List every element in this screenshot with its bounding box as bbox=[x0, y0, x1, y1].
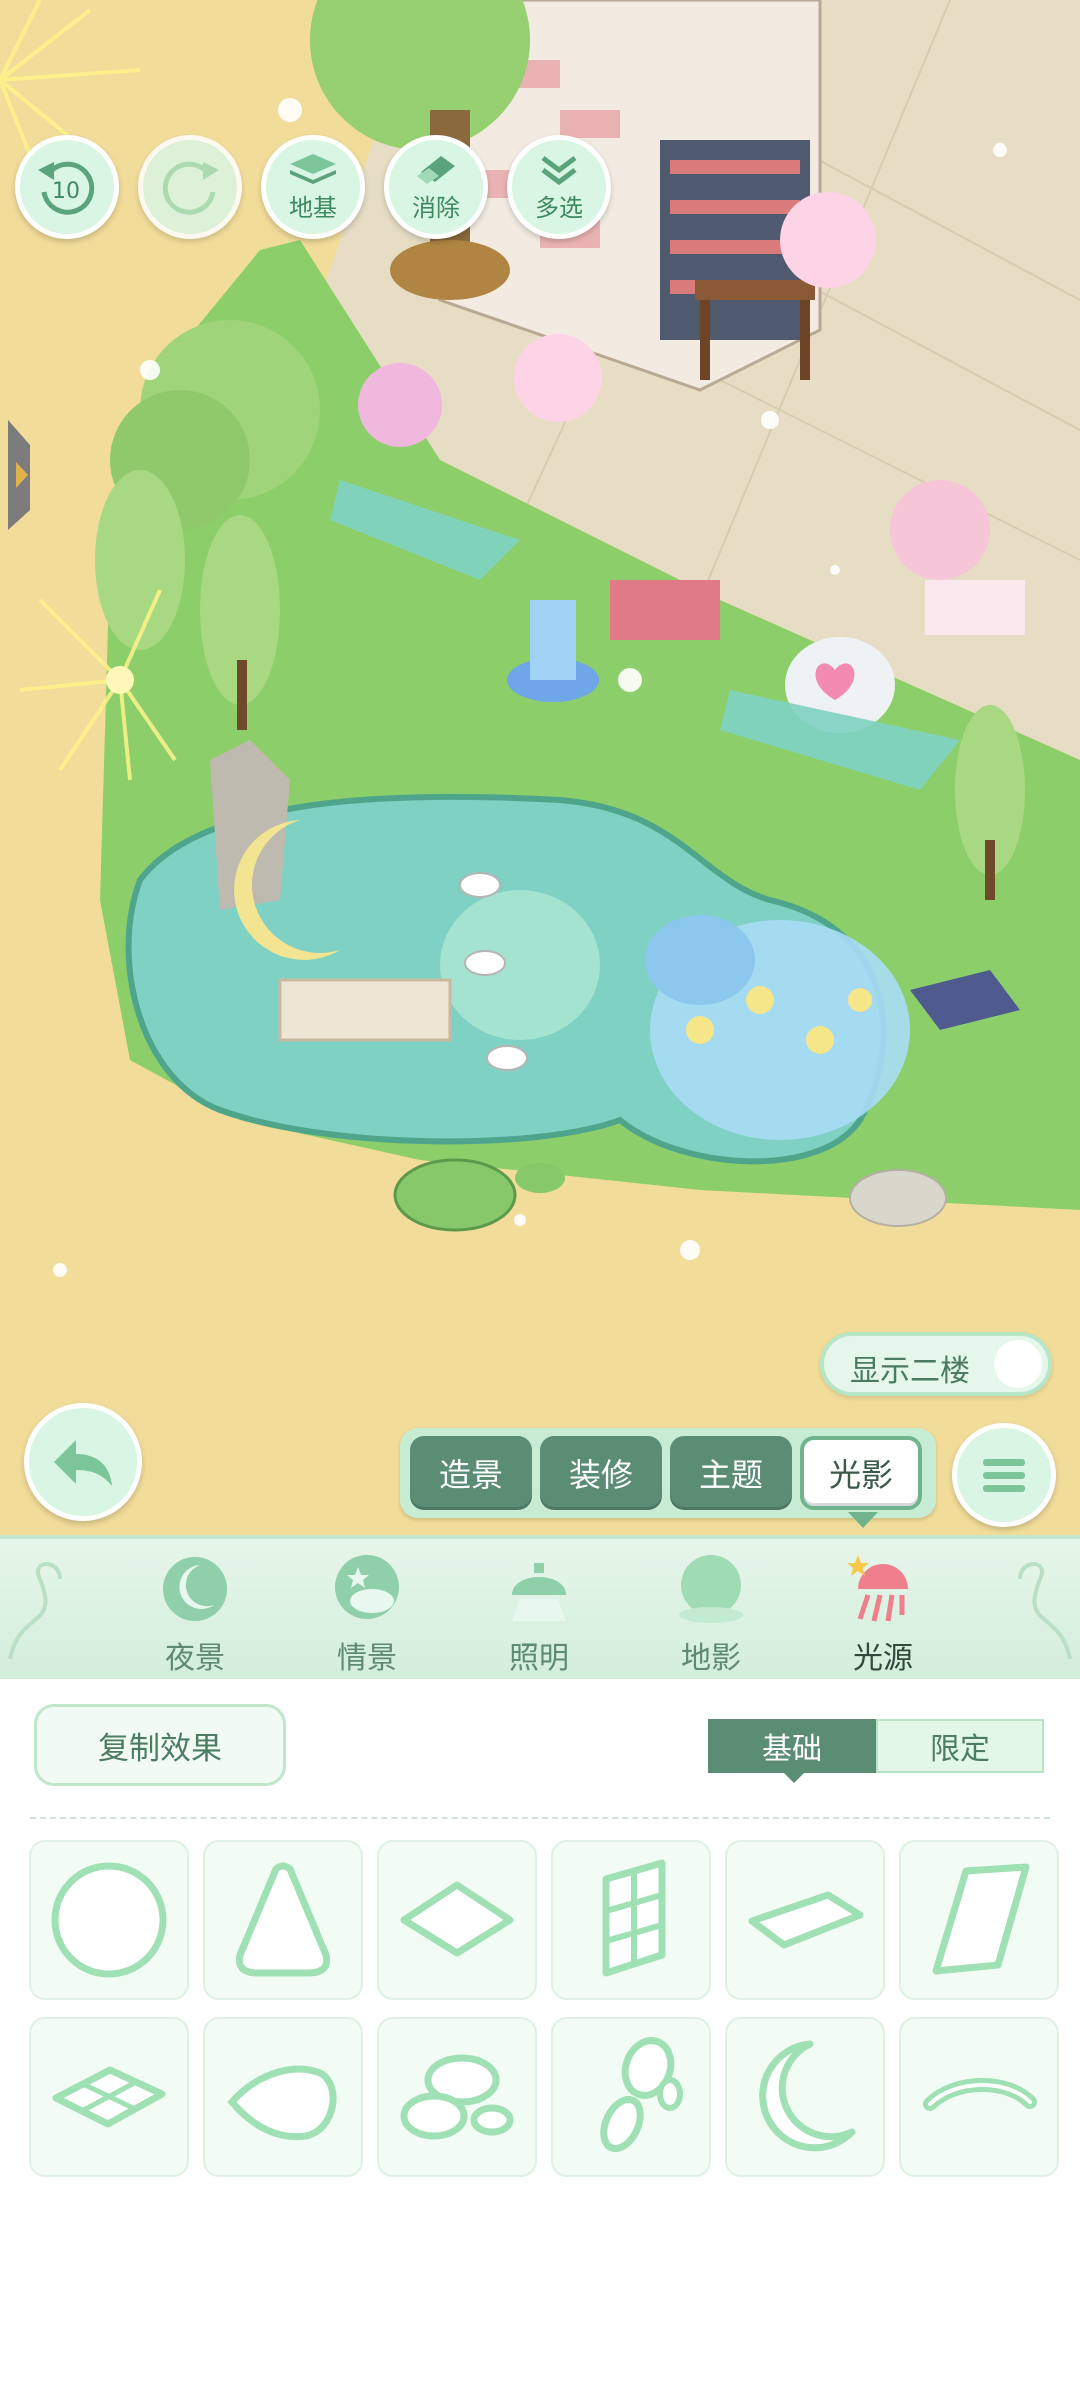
foundation-label: 地基 bbox=[289, 193, 337, 222]
light-shape-cone[interactable] bbox=[203, 1840, 363, 2000]
tab-landscape[interactable]: 造景 bbox=[410, 1436, 532, 1510]
foundation-icon bbox=[290, 153, 336, 184]
back-button[interactable] bbox=[24, 1403, 142, 1521]
category-label: 光源 bbox=[853, 1641, 913, 1676]
redo-button[interactable] bbox=[138, 135, 242, 239]
scene-cloud-icon bbox=[335, 1555, 399, 1619]
light-shape-circle[interactable] bbox=[29, 1840, 189, 2000]
foundation-button[interactable]: 地基 bbox=[261, 135, 365, 239]
undo-icon: 10 bbox=[38, 161, 95, 215]
grid-diamond-shape-icon bbox=[52, 2066, 166, 2128]
light-shape-leaf[interactable] bbox=[203, 2017, 363, 2177]
light-shape-trapezoid[interactable] bbox=[899, 1840, 1059, 2000]
tab-decoration[interactable]: 装修 bbox=[540, 1436, 662, 1510]
category-night-view[interactable]: 夜景 bbox=[130, 1549, 260, 1676]
active-tab-notch bbox=[782, 1771, 806, 1783]
light-shape-cloud[interactable] bbox=[377, 2017, 537, 2177]
category-lighting[interactable]: 照明 bbox=[474, 1549, 604, 1676]
multiselect-label: 多选 bbox=[535, 193, 583, 222]
erase-button[interactable]: 消除 bbox=[384, 135, 488, 239]
light-shape-window[interactable] bbox=[551, 1840, 711, 2000]
ground-shadow-icon bbox=[679, 1555, 743, 1623]
leaf-shape-icon bbox=[227, 2065, 337, 2141]
tab-theme[interactable]: 主题 bbox=[670, 1436, 792, 1510]
moon-icon bbox=[163, 1557, 227, 1621]
cloud-shape-icon bbox=[400, 2054, 514, 2140]
light-shape-grid-diamond[interactable] bbox=[29, 2017, 189, 2177]
erase-label: 消除 bbox=[412, 193, 460, 222]
circle-shape-icon bbox=[51, 1862, 167, 1978]
light-source-icon bbox=[847, 1555, 908, 1622]
category-label: 照明 bbox=[509, 1641, 569, 1676]
menu-icon bbox=[983, 1459, 1025, 1492]
menu-button[interactable] bbox=[952, 1423, 1056, 1527]
basic-limited-toggle: 基础 限定 bbox=[708, 1719, 1046, 1783]
tab-basic[interactable]: 基础 bbox=[708, 1719, 876, 1773]
mode-tab-bar: 造景 装修 主题 光影 bbox=[400, 1428, 936, 1518]
toggle-knob bbox=[994, 1340, 1042, 1388]
light-shape-flat-diamond[interactable] bbox=[725, 1840, 885, 2000]
show-second-floor-toggle[interactable]: 显示二楼 bbox=[820, 1332, 1052, 1396]
light-shape-arc[interactable] bbox=[899, 2017, 1059, 2177]
category-label: 地影 bbox=[681, 1641, 741, 1676]
category-light-source[interactable]: 光源 bbox=[818, 1549, 948, 1676]
category-label: 夜景 bbox=[165, 1641, 225, 1676]
vine-ornament-right bbox=[1018, 1562, 1072, 1660]
flat-diamond-shape-icon bbox=[748, 1891, 864, 1949]
undo-count: 10 bbox=[52, 179, 80, 204]
copy-effect-button[interactable]: 复制效果 bbox=[34, 1704, 286, 1786]
category-label: 情景 bbox=[337, 1641, 397, 1676]
eraser-icon bbox=[417, 155, 455, 184]
tab-light-shadow[interactable]: 光影 bbox=[800, 1436, 922, 1510]
diamond-shape-icon bbox=[400, 1881, 514, 1957]
light-category-bar: 夜景 情景 照明 地影 光源 bbox=[0, 1535, 1080, 1683]
lamp-icon bbox=[512, 1563, 566, 1621]
undo-button[interactable]: 10 bbox=[15, 135, 119, 239]
show-second-floor-label: 显示二楼 bbox=[850, 1354, 970, 1389]
active-tab-pointer bbox=[848, 1512, 878, 1528]
multiselect-button[interactable]: 多选 bbox=[507, 135, 611, 239]
arc-shape-icon bbox=[923, 2078, 1037, 2111]
light-shape-diamond[interactable] bbox=[377, 1840, 537, 2000]
redo-icon bbox=[162, 161, 219, 215]
divider bbox=[30, 1817, 1050, 1819]
light-source-panel: 复制效果 基础 限定 bbox=[0, 1679, 1080, 2400]
check-icon bbox=[541, 155, 577, 185]
window-shape-icon bbox=[602, 1859, 666, 1977]
tab-limited[interactable]: 限定 bbox=[876, 1719, 1044, 1773]
category-scene[interactable]: 情景 bbox=[302, 1549, 432, 1676]
category-ground-shadow[interactable]: 地影 bbox=[646, 1549, 776, 1676]
light-shape-crescent[interactable] bbox=[725, 2017, 885, 2177]
trapezoid-shape-icon bbox=[932, 1863, 1030, 1975]
vine-ornament-left bbox=[8, 1562, 62, 1660]
blob-chain-shape-icon bbox=[600, 2037, 683, 2153]
crescent-shape-icon bbox=[759, 2040, 856, 2152]
back-arrow-icon bbox=[54, 1440, 112, 1486]
cone-shape-icon bbox=[235, 1862, 331, 1977]
light-shape-blob-chain[interactable] bbox=[551, 2017, 711, 2177]
